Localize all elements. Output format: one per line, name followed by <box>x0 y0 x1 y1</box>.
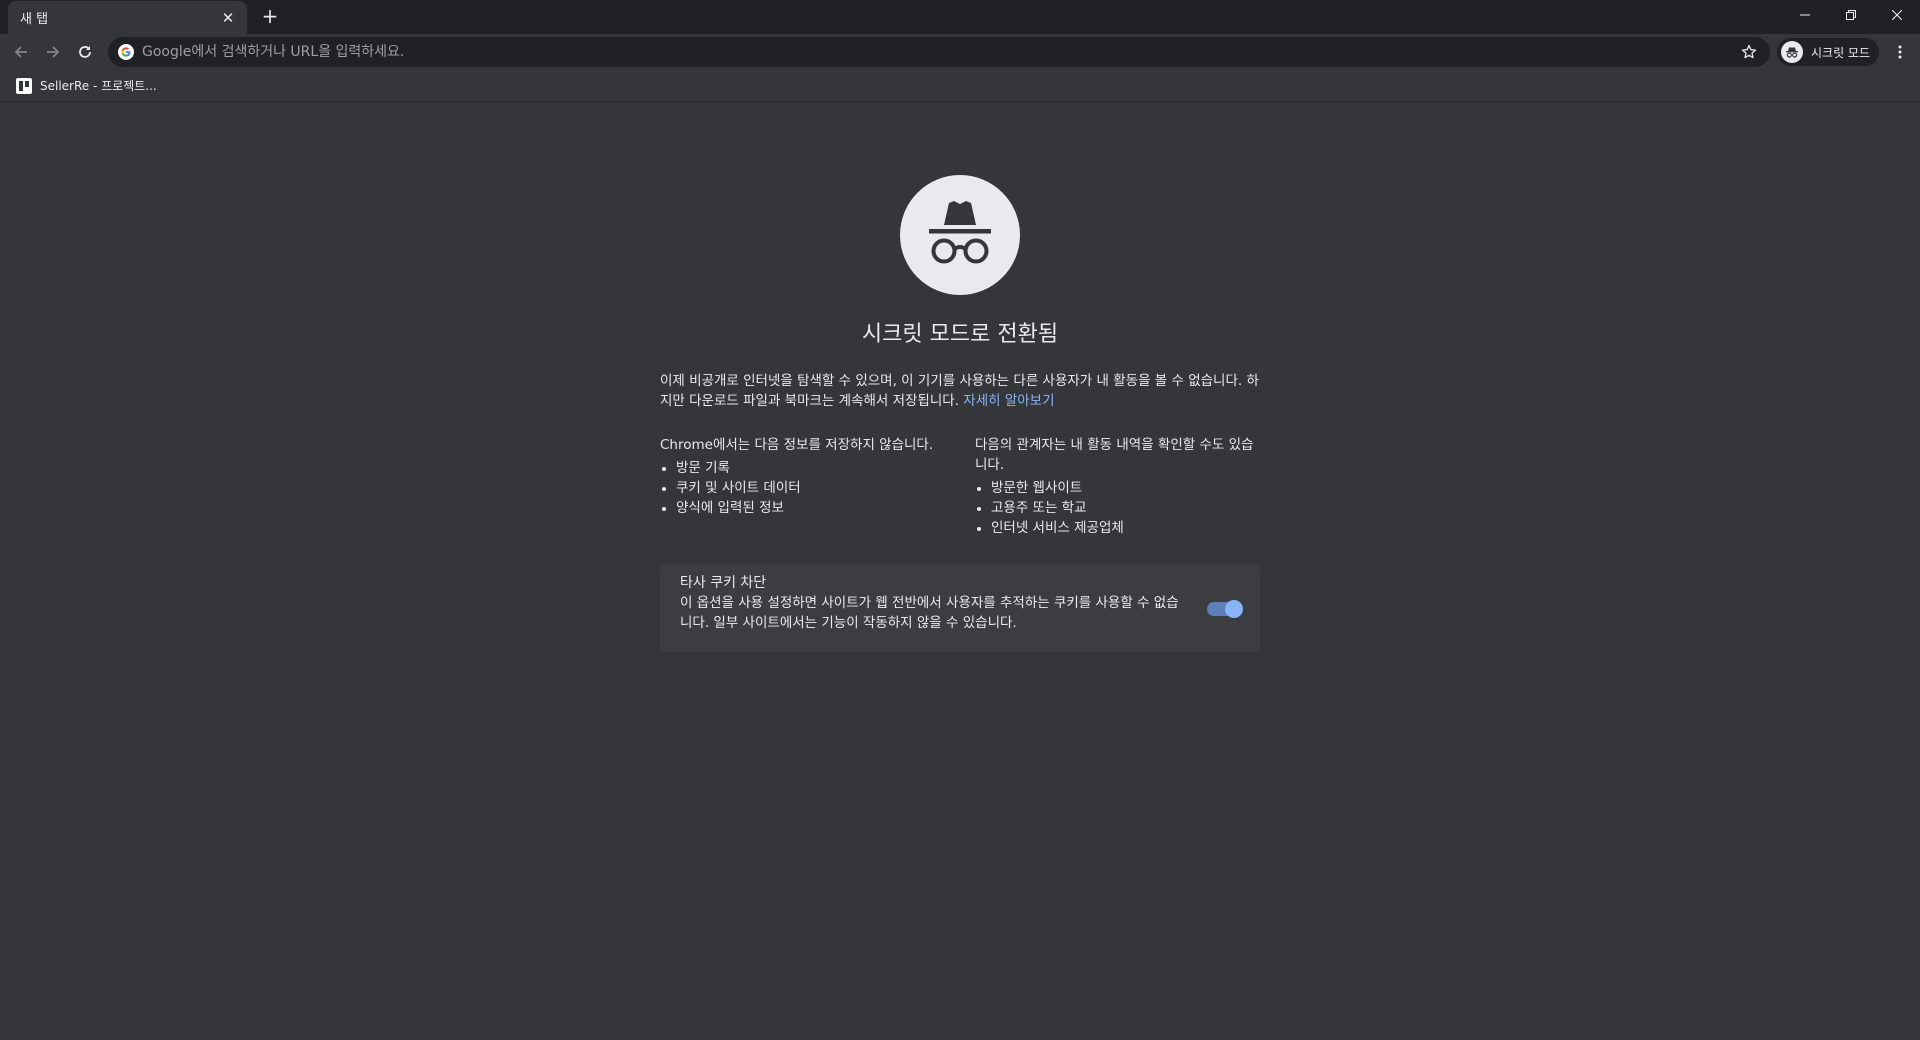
omnibox[interactable] <box>108 37 1770 67</box>
profile-label: 시크릿 모드 <box>1811 45 1871 60</box>
intro-text: 이제 비공개로 인터넷을 탐색할 수 있으며, 이 기기를 사용하는 다른 사용… <box>660 371 1260 411</box>
close-icon <box>1892 10 1902 20</box>
incognito-icon <box>1786 47 1798 58</box>
list-item: 방문 기록 <box>660 458 950 478</box>
third-party-cookie-card: 타사 쿠키 차단 이 옵션을 사용 설정하면 사이트가 웹 전반에서 사용자를 … <box>660 565 1260 652</box>
incognito-logo <box>900 175 1020 295</box>
window-controls <box>1782 0 1920 30</box>
chrome-menu-button[interactable] <box>1886 38 1914 66</box>
list-item: 방문한 웹사이트 <box>975 478 1265 498</box>
visible-to-list: 방문한 웹사이트 고용주 또는 학교 인터넷 서비스 제공업체 <box>975 478 1265 538</box>
cookie-card-title: 타사 쿠키 차단 <box>680 575 767 591</box>
bookmark-star-button[interactable] <box>1738 41 1760 63</box>
learn-more-link[interactable]: 자세히 알아보기 <box>963 393 1054 409</box>
incognito-avatar <box>1781 41 1803 63</box>
cookie-card-description: 이 옵션을 사용 설정하면 사이트가 웹 전반에서 사용자를 추적하는 쿠키를 … <box>680 595 1179 631</box>
page-title: 시크릿 모드로 전환됨 <box>861 322 1059 347</box>
visible-to-heading: 다음의 관계자는 내 활동 내역을 확인할 수도 있습니다. <box>975 437 1254 473</box>
incognito-profile-button[interactable]: 시크릿 모드 <box>1777 38 1879 66</box>
omnibox-input[interactable] <box>142 44 1738 60</box>
star-icon <box>1741 44 1757 59</box>
new-tab-button[interactable]: + <box>258 4 282 28</box>
restore-button[interactable] <box>1828 0 1874 30</box>
intro-body: 이제 비공개로 인터넷을 탐색할 수 있으며, 이 기기를 사용하는 다른 사용… <box>660 373 1259 409</box>
google-g-icon <box>118 44 134 60</box>
reload-button[interactable] <box>71 38 99 66</box>
toggle-knob <box>1225 600 1243 618</box>
block-cookies-toggle[interactable] <box>1207 600 1243 618</box>
visible-to-section: 다음의 관계자는 내 활동 내역을 확인할 수도 있습니다. 방문한 웹사이트 … <box>975 435 1265 538</box>
bookmark-item[interactable]: SellerRe - 프로젝트... <box>12 73 161 99</box>
bookmarks-bar: SellerRe - 프로젝트... <box>0 70 1920 102</box>
minimize-icon <box>1800 14 1810 16</box>
list-item: 양식에 입력된 정보 <box>660 498 950 518</box>
forward-button[interactable] <box>39 38 67 66</box>
back-arrow-icon <box>14 46 27 58</box>
toolbar: 시크릿 모드 <box>0 34 1920 70</box>
bookmark-label: SellerRe - 프로젝트... <box>40 79 157 93</box>
trello-icon <box>16 77 32 94</box>
list-item: 고용주 또는 학교 <box>975 498 1265 518</box>
tab-close-icon[interactable]: ✕ <box>219 9 237 27</box>
restore-icon <box>1846 10 1856 20</box>
forward-arrow-icon <box>47 46 60 58</box>
minimize-button[interactable] <box>1782 0 1828 30</box>
list-item: 쿠키 및 사이트 데이터 <box>660 478 950 498</box>
incognito-ntp: 시크릿 모드로 전환됨 이제 비공개로 인터넷을 탐색할 수 있으며, 이 기기… <box>0 103 1920 1040</box>
reload-icon <box>79 46 91 58</box>
not-saved-heading: Chrome에서는 다음 정보를 저장하지 않습니다. <box>660 437 934 453</box>
incognito-icon <box>929 201 991 264</box>
tab-title: 새 탭 <box>20 12 49 27</box>
back-button[interactable] <box>7 38 35 66</box>
list-item: 인터넷 서비스 제공업체 <box>975 518 1265 538</box>
more-vert-icon <box>1898 45 1902 59</box>
tab-new-tab[interactable]: 새 탭 ✕ <box>8 1 247 34</box>
tab-strip: 새 탭 ✕ + <box>0 0 1920 34</box>
not-saved-section: Chrome에서는 다음 정보를 저장하지 않습니다. 방문 기록 쿠키 및 사… <box>660 435 950 518</box>
not-saved-list: 방문 기록 쿠키 및 사이트 데이터 양식에 입력된 정보 <box>660 458 950 518</box>
close-window-button[interactable] <box>1874 0 1920 30</box>
